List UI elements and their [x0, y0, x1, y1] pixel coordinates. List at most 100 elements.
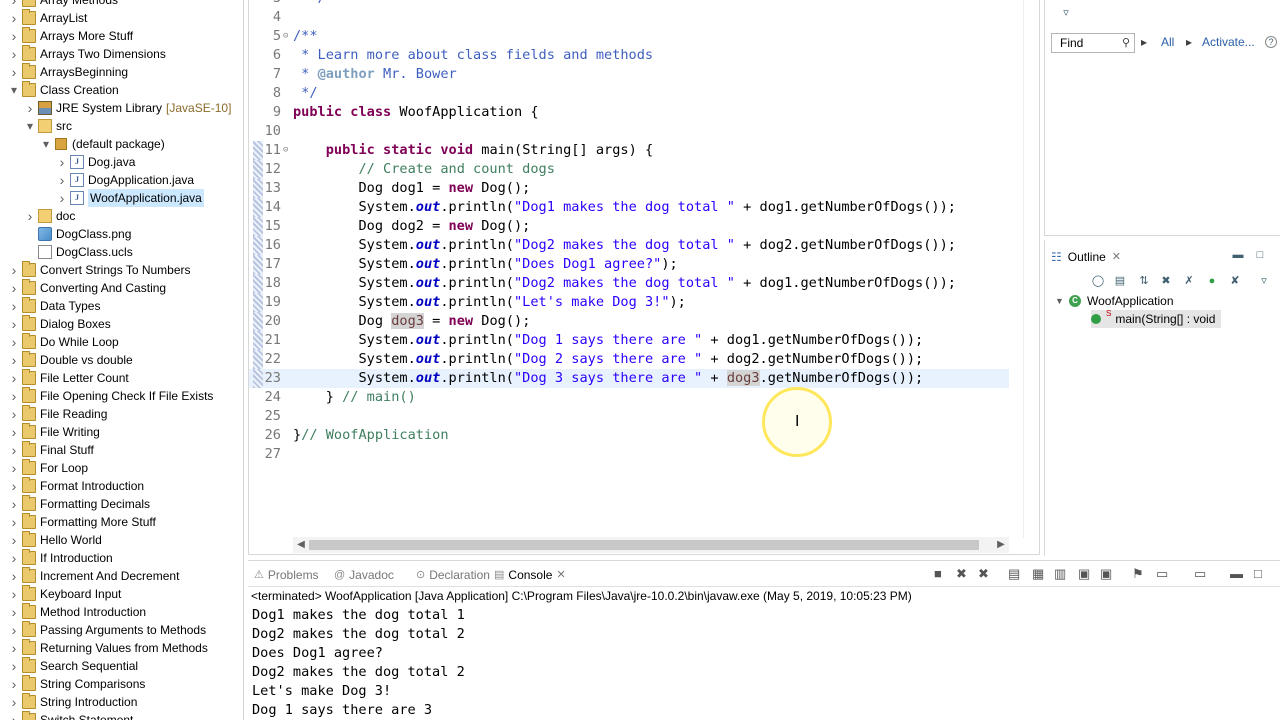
code-line[interactable]: 9 public class WoofApplication {: [249, 103, 1009, 122]
clear-console-icon[interactable]: ▤: [1008, 566, 1020, 582]
expand-icon[interactable]: ›: [8, 495, 20, 513]
scroll-thumb[interactable]: [309, 540, 979, 550]
tree-item[interactable]: › Keyboard Input: [8, 585, 121, 603]
expand-icon[interactable]: ›: [8, 603, 20, 621]
close-icon[interactable]: ✕: [556, 566, 565, 584]
collapse-icon[interactable]: ▾: [40, 135, 52, 153]
code-line[interactable]: 23 System.out.println("Dog 3 says there …: [249, 369, 1009, 388]
activate-link[interactable]: Activate...: [1202, 35, 1255, 49]
all-link[interactable]: All: [1161, 35, 1174, 49]
tree-item[interactable]: DogClass.png: [24, 225, 131, 243]
code-line[interactable]: 5 /** ⊝: [249, 27, 1009, 46]
tree-item[interactable]: › Convert Strings To Numbers: [8, 261, 191, 279]
expand-icon[interactable]: ›: [8, 585, 20, 603]
tree-item[interactable]: › For Loop: [8, 459, 88, 477]
expand-icon[interactable]: ›: [8, 711, 20, 720]
tree-item[interactable]: › ArraysBeginning: [8, 63, 128, 81]
scroll-right-icon[interactable]: ▶: [993, 537, 1009, 553]
open-console-icon[interactable]: ▭: [1194, 566, 1206, 582]
code-editor[interactable]: 3 */45/**⊝6 * Learn more about class fie…: [248, 0, 1040, 555]
tree-item[interactable]: › Formatting Decimals: [8, 495, 150, 513]
horizontal-scrollbar[interactable]: ◀ ▶: [293, 537, 1009, 553]
expand-icon[interactable]: ›: [8, 9, 20, 27]
tab-problems[interactable]: ⚠ Problems: [254, 566, 319, 584]
expand-icon[interactable]: ›: [56, 189, 68, 207]
tab-console[interactable]: ▤ Console ✕: [494, 566, 566, 584]
collapse-all-icon[interactable]: ◯: [1091, 274, 1105, 288]
code-line[interactable]: 25: [249, 407, 1009, 426]
minimize-icon[interactable]: ▬: [1231, 248, 1245, 262]
code-line[interactable]: 20 Dog dog3 = new Dog();: [249, 312, 1009, 331]
code-line[interactable]: 24 } // main(): [249, 388, 1009, 407]
tree-item[interactable]: › ArrayList: [8, 9, 87, 27]
tree-item[interactable]: › Increment And Decrement: [8, 567, 179, 585]
tree-item[interactable]: › Search Sequential: [8, 657, 138, 675]
expand-icon[interactable]: ›: [56, 153, 68, 171]
code-line[interactable]: 13 Dog dog1 = new Dog();: [249, 179, 1009, 198]
pin-console-icon[interactable]: ⚑: [1132, 566, 1144, 582]
code-line[interactable]: 19 System.out.println("Let's make Dog 3!…: [249, 293, 1009, 312]
tree-item[interactable]: › Format Introduction: [8, 477, 144, 495]
display-console-icon[interactable]: ▭: [1156, 566, 1168, 582]
expand-icon[interactable]: ›: [8, 459, 20, 477]
view-menu-icon[interactable]: ▿: [1257, 274, 1271, 288]
tree-item[interactable]: › Final Stuff: [8, 441, 94, 459]
expand-icon[interactable]: ›: [8, 549, 20, 567]
expand-icon[interactable]: ›: [8, 513, 20, 531]
code-line[interactable]: 26}// WoofApplication: [249, 426, 1009, 445]
expand-icon[interactable]: ›: [8, 639, 20, 657]
maximize-icon[interactable]: □: [1254, 566, 1262, 581]
tree-item[interactable]: › Returning Values from Methods: [8, 639, 208, 657]
tree-item[interactable]: › Switch Statement: [8, 711, 133, 720]
expand-icon[interactable]: ›: [8, 315, 20, 333]
expand-icon[interactable]: ›: [8, 567, 20, 585]
code-line[interactable]: 8 */: [249, 84, 1009, 103]
sort-icon[interactable]: ▤: [1113, 274, 1127, 288]
hide-static-icon[interactable]: ✗: [1182, 274, 1196, 288]
tree-item[interactable]: › J DogApplication.java: [56, 171, 194, 189]
code-line[interactable]: 12 // Create and count dogs: [249, 160, 1009, 179]
tree-item[interactable]: DogClass.ucls: [24, 243, 133, 261]
expand-icon[interactable]: ›: [8, 297, 20, 315]
tab-javadoc[interactable]: @ Javadoc: [334, 566, 394, 584]
expand-icon[interactable]: ›: [8, 27, 20, 45]
tree-item[interactable]: ▾ (default package): [40, 135, 165, 153]
expand-icon[interactable]: ›: [8, 333, 20, 351]
code-line[interactable]: 22 System.out.println("Dog 2 says there …: [249, 350, 1009, 369]
code-line[interactable]: 27: [249, 445, 1009, 464]
word-wrap-icon[interactable]: ▥: [1054, 566, 1066, 582]
tree-item[interactable]: › Converting And Casting: [8, 279, 166, 297]
help-icon[interactable]: ?: [1265, 36, 1277, 48]
hide-nonpublic-icon[interactable]: ●: [1205, 274, 1219, 288]
tree-item[interactable]: › doc: [24, 207, 76, 225]
expand-icon[interactable]: ›: [8, 477, 20, 495]
remove-launch-icon[interactable]: ✖: [956, 566, 967, 582]
hide-local-types-icon[interactable]: ✘: [1228, 274, 1242, 288]
code-line[interactable]: 4: [249, 8, 1009, 27]
tree-item[interactable]: › Arrays Two Dimensions: [8, 45, 166, 63]
expand-icon[interactable]: ›: [8, 675, 20, 693]
show-output-icon[interactable]: ▣: [1078, 566, 1090, 582]
collapse-icon[interactable]: ▾: [8, 81, 20, 99]
minimize-icon[interactable]: ▬: [1230, 566, 1243, 581]
expand-icon[interactable]: ›: [8, 387, 20, 405]
expand-icon[interactable]: ›: [56, 171, 68, 189]
code-line[interactable]: 16 System.out.println("Dog2 makes the do…: [249, 236, 1009, 255]
tree-item[interactable]: › J WoofApplication.java: [56, 189, 204, 207]
tree-item[interactable]: › File Letter Count: [8, 369, 129, 387]
expand-icon[interactable]: ›: [8, 441, 20, 459]
vertical-scrollbar[interactable]: [1023, 0, 1039, 538]
fold-toggle-icon[interactable]: ⊝: [283, 141, 288, 160]
expand-icon[interactable]: ›: [8, 261, 20, 279]
expand-icon[interactable]: ›: [8, 369, 20, 387]
expand-icon[interactable]: ›: [8, 63, 20, 81]
expand-icon[interactable]: ›: [8, 621, 20, 639]
tree-item[interactable]: › File Opening Check If File Exists: [8, 387, 213, 405]
code-line[interactable]: 17 System.out.println("Does Dog1 agree?"…: [249, 255, 1009, 274]
fold-toggle-icon[interactable]: ⊝: [283, 27, 288, 46]
close-icon[interactable]: ✕: [1112, 246, 1121, 268]
tree-item[interactable]: › Double vs double: [8, 351, 133, 369]
expand-icon[interactable]: ›: [8, 405, 20, 423]
scroll-left-icon[interactable]: ◀: [293, 537, 309, 553]
code-line[interactable]: 7 * @author Mr. Bower: [249, 65, 1009, 84]
